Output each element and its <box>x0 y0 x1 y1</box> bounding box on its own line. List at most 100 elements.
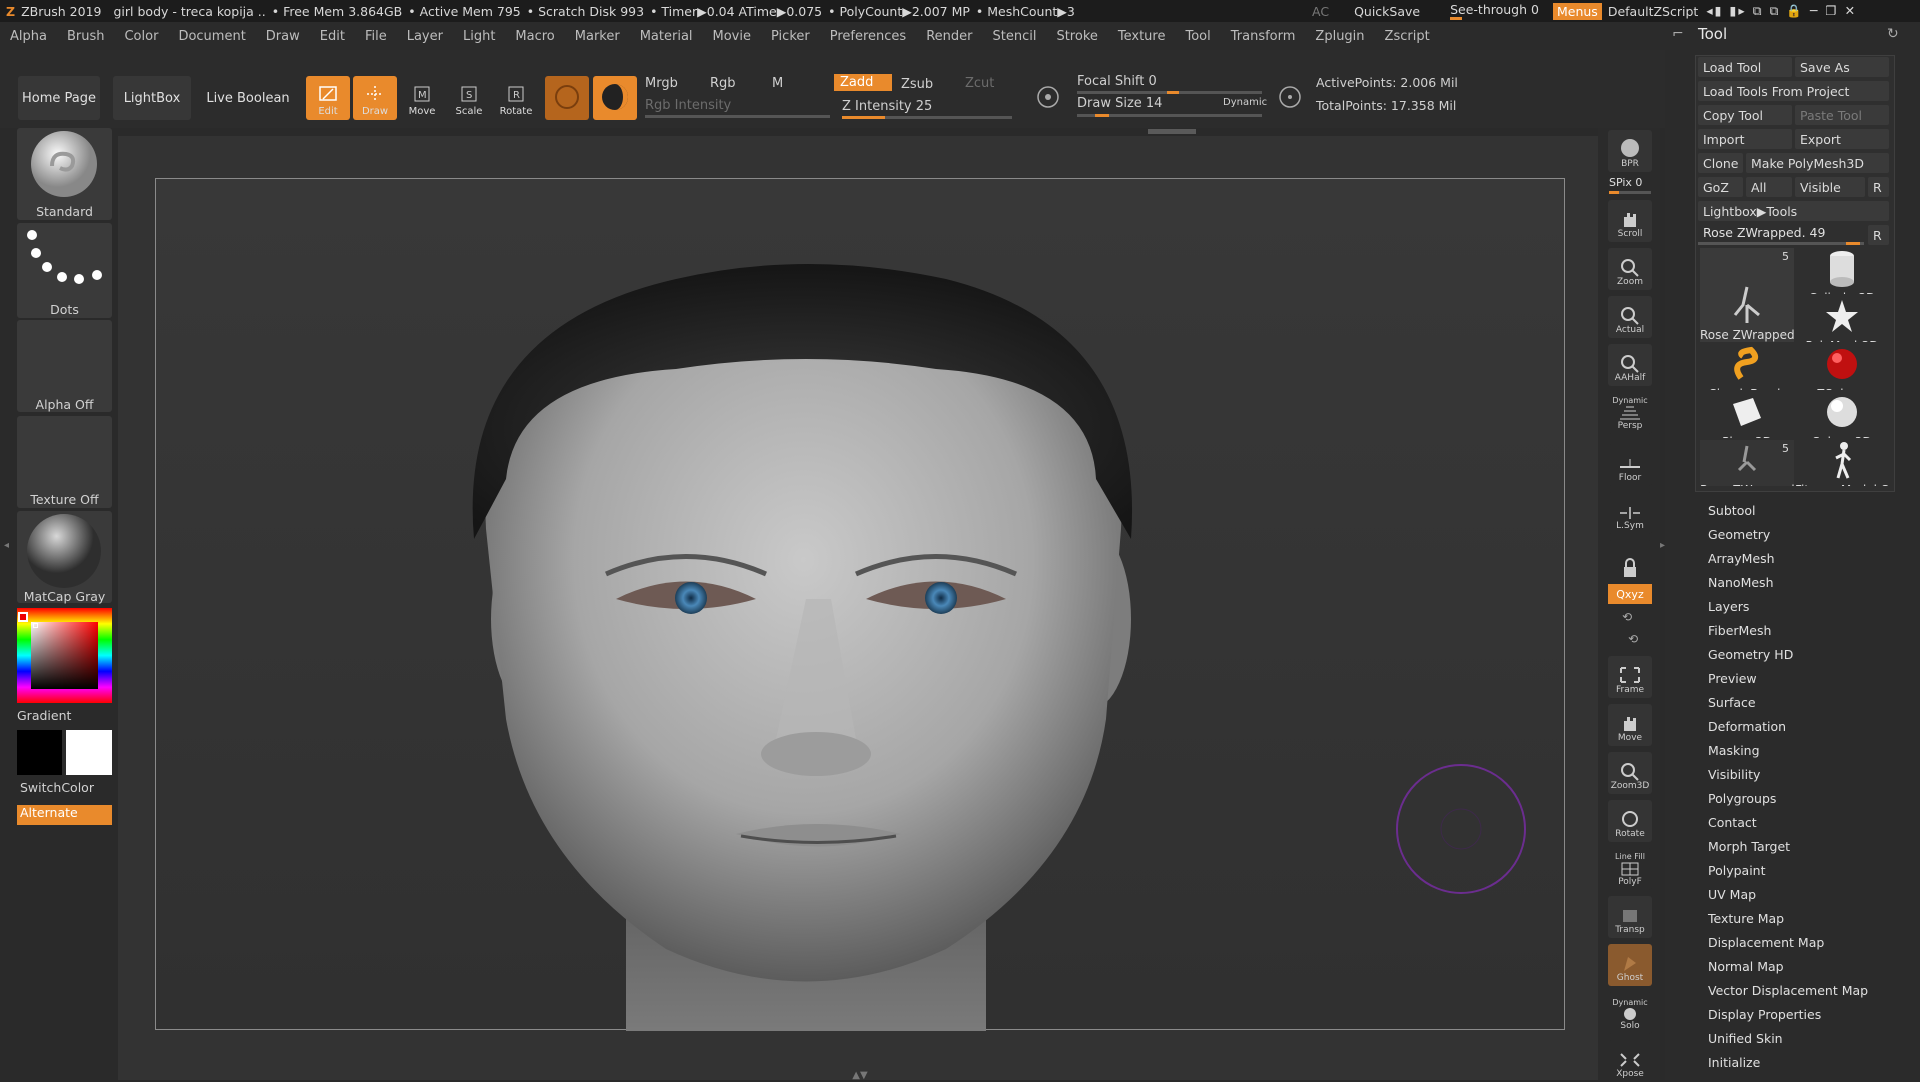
ac-label[interactable]: AC <box>1312 4 1329 19</box>
menu-edit[interactable]: Edit <box>310 29 355 44</box>
scroll-button[interactable]: Scroll <box>1608 200 1652 242</box>
draw-button[interactable]: Draw <box>353 76 397 120</box>
menus-toggle[interactable]: Menus <box>1552 2 1602 20</box>
tool-menu-nanomesh[interactable]: NanoMesh <box>1708 575 1774 590</box>
bpr-button[interactable]: BPR <box>1608 130 1652 172</box>
rotate-z-icon[interactable]: ⟲ <box>1628 632 1638 646</box>
dynamic-toggle[interactable]: Dynamic <box>1223 97 1267 108</box>
tool-menu-unified-skin[interactable]: Unified Skin <box>1708 1031 1783 1046</box>
load-tools-from-project-button[interactable]: Load Tools From Project <box>1698 81 1889 101</box>
lightbox-tools-button[interactable]: Lightbox▶Tools <box>1698 201 1889 221</box>
tool-menu-polypaint[interactable]: Polypaint <box>1708 863 1766 878</box>
brush-mode-button[interactable] <box>545 76 589 120</box>
menu-preferences[interactable]: Preferences <box>820 29 916 44</box>
secondary-color-swatch[interactable] <box>17 730 62 775</box>
menu-picker[interactable]: Picker <box>761 29 820 44</box>
menu-movie[interactable]: Movie <box>703 29 761 44</box>
tool-thumb-zsphere[interactable]: ZSphere <box>1795 344 1889 390</box>
home-page-button[interactable]: Home Page <box>18 76 100 120</box>
focal-shift-icon[interactable] <box>1030 80 1066 116</box>
menu-document[interactable]: Document <box>168 29 255 44</box>
goz-button[interactable]: GoZ <box>1698 177 1743 197</box>
gradient-label[interactable]: Gradient <box>17 708 112 723</box>
aahalf-button[interactable]: AAHalf <box>1608 344 1652 386</box>
move-view-button[interactable]: Move <box>1608 704 1652 746</box>
alternate-button[interactable]: Alternate <box>17 805 112 825</box>
zoom-button[interactable]: Zoom <box>1608 248 1652 290</box>
export-button[interactable]: Export <box>1795 129 1889 149</box>
tool-menu-surface[interactable]: Surface <box>1708 695 1756 710</box>
quicksave-button[interactable]: QuickSave <box>1354 4 1420 19</box>
polyf-button[interactable]: Line Fill PolyF <box>1608 848 1652 890</box>
tool-menu-vector-displacement-map[interactable]: Vector Displacement Map <box>1708 983 1868 998</box>
tool-menu-polygroups[interactable]: Polygroups <box>1708 791 1776 806</box>
menu-brush[interactable]: Brush <box>57 29 115 44</box>
current-tool-r-button[interactable]: R <box>1868 225 1889 245</box>
menu-zplugin[interactable]: Zplugin <box>1305 29 1374 44</box>
window-controls-icon[interactable]: ◂▮ ▮▸ ⧉ ⧉ 🔒 ─ ❐ ✕ <box>1706 3 1857 19</box>
menu-draw[interactable]: Draw <box>256 29 310 44</box>
menu-alpha[interactable]: Alpha <box>0 29 57 44</box>
paste-tool-button[interactable]: Paste Tool <box>1795 105 1889 125</box>
tool-menu-visibility[interactable]: Visibility <box>1708 767 1760 782</box>
floor-button[interactable]: Floor <box>1608 444 1652 486</box>
canvas-top-scroll[interactable] <box>118 128 1608 136</box>
ghost-button[interactable]: Ghost <box>1608 944 1652 986</box>
tool-menu-geometry[interactable]: Geometry <box>1708 527 1770 542</box>
spix-label[interactable]: SPix 0 <box>1609 176 1642 189</box>
tool-menu-texture-map[interactable]: Texture Map <box>1708 911 1784 926</box>
rotate-button[interactable]: R Rotate <box>494 76 538 120</box>
menu-tool[interactable]: Tool <box>1175 29 1220 44</box>
spix-slider[interactable] <box>1609 191 1651 194</box>
tool-menu-arraymesh[interactable]: ArrayMesh <box>1708 551 1775 566</box>
menu-file[interactable]: File <box>355 29 397 44</box>
goz-r-button[interactable]: R <box>1868 177 1889 197</box>
edit-button[interactable]: Edit <box>306 76 350 120</box>
goz-visible-button[interactable]: Visible <box>1795 177 1865 197</box>
menu-material[interactable]: Material <box>630 29 703 44</box>
actual-button[interactable]: Actual <box>1608 296 1652 338</box>
main-color-swatch[interactable] <box>66 730 112 775</box>
tool-menu-layers[interactable]: Layers <box>1708 599 1749 614</box>
mrgb-button[interactable]: Mrgb <box>645 76 678 91</box>
menu-render[interactable]: Render <box>916 29 982 44</box>
lsym-button[interactable]: L.Sym <box>1608 492 1652 534</box>
tool-menu-contact[interactable]: Contact <box>1708 815 1757 830</box>
tool-palette-title[interactable]: Tool <box>1698 25 1727 43</box>
tool-menu-morph-target[interactable]: Morph Target <box>1708 839 1790 854</box>
tool-thumb-rose-zwrapped[interactable]: Rose ZWrapped 5 <box>1700 248 1794 342</box>
tool-thumb-polymesh3d[interactable]: PolyMesh3D <box>1795 296 1889 342</box>
document-frame[interactable] <box>155 178 1565 1031</box>
tool-menu-displacement-map[interactable]: Displacement Map <box>1708 935 1824 950</box>
tool-menu-masking[interactable]: Masking <box>1708 743 1760 758</box>
tool-thumb-fitness-model[interactable]: Fitness-Model-Sl <box>1795 440 1889 486</box>
tool-menu-uv-map[interactable]: UV Map <box>1708 887 1756 902</box>
tool-palette-pin-icon[interactable]: ⌐ <box>1672 26 1684 42</box>
z-intensity-slider[interactable] <box>842 116 1012 119</box>
tool-menu-normal-map[interactable]: Normal Map <box>1708 959 1784 974</box>
focal-shift-slider[interactable] <box>1077 91 1262 94</box>
zadd-button[interactable]: Zadd <box>834 74 892 91</box>
m-button[interactable]: M <box>772 76 783 91</box>
see-through-slider[interactable]: See-through 0 <box>1450 2 1539 20</box>
tool-menu-geometry-hd[interactable]: Geometry HD <box>1708 647 1793 662</box>
menu-color[interactable]: Color <box>114 29 168 44</box>
left-tray-toggle-icon[interactable]: ◂ <box>4 540 10 560</box>
menu-layer[interactable]: Layer <box>397 29 453 44</box>
tool-thumb-simplebrush[interactable]: SimpleBrush <box>1700 344 1794 390</box>
clone-button[interactable]: Clone <box>1698 153 1743 173</box>
save-as-button[interactable]: Save As <box>1795 57 1889 77</box>
menu-stroke[interactable]: Stroke <box>1046 29 1107 44</box>
make-polymesh3d-button[interactable]: Make PolyMesh3D <box>1746 153 1889 173</box>
tool-thumb-rose-zwrapped-2[interactable]: Rose ZWrapped 5 <box>1700 440 1794 486</box>
saturation-square[interactable] <box>31 622 98 689</box>
solo-button[interactable]: Dynamic Solo <box>1608 992 1652 1034</box>
menu-transform[interactable]: Transform <box>1221 29 1306 44</box>
copy-tool-button[interactable]: Copy Tool <box>1698 105 1792 125</box>
sculpt-mode-button[interactable] <box>593 76 637 120</box>
draw-size-icon[interactable] <box>1272 80 1308 116</box>
xpose-button[interactable]: Xpose <box>1608 1040 1652 1082</box>
switch-color-button[interactable]: SwitchColor <box>17 780 112 795</box>
default-zscript-button[interactable]: DefaultZScript <box>1608 4 1699 19</box>
bottom-tray-toggle-icon[interactable]: ▲▼ <box>795 1070 925 1081</box>
